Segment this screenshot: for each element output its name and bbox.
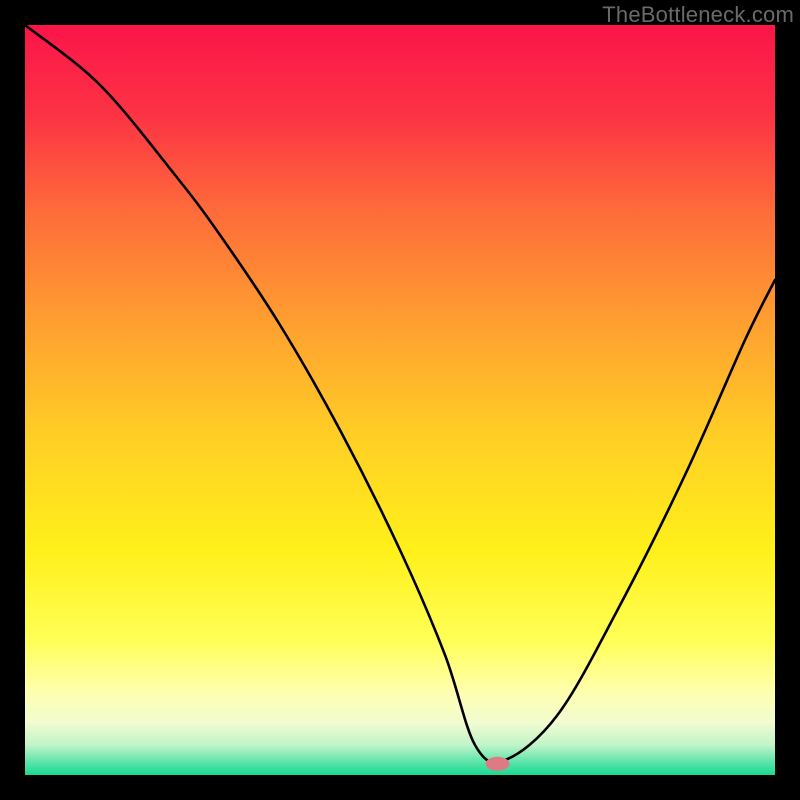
chart-root: TheBottleneck.com: [0, 0, 800, 800]
chart-svg: [0, 0, 800, 800]
watermark-text: TheBottleneck.com: [602, 2, 794, 28]
minimum-marker: [486, 757, 510, 771]
plot-background: [25, 25, 775, 775]
